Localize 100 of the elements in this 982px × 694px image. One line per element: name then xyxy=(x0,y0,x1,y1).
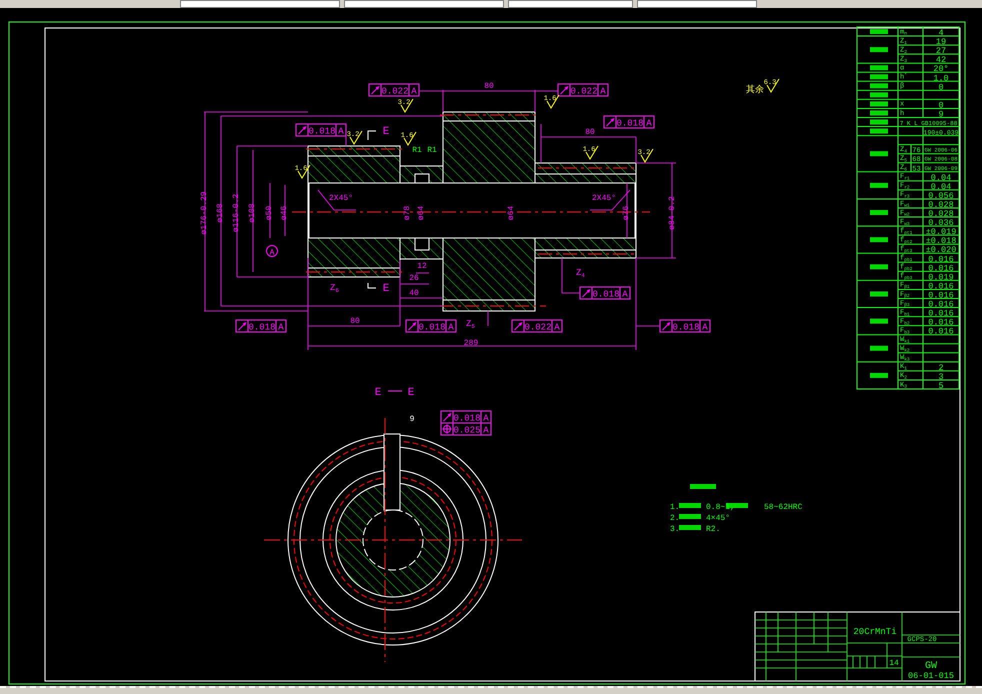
dimension-label: 26 xyxy=(409,274,419,283)
tolerance-value: 0.022 xyxy=(382,86,408,96)
dimension-label: 2X45° xyxy=(592,194,616,203)
dimension-label: 2X45° xyxy=(329,194,353,203)
datum-letter: A xyxy=(554,322,560,332)
dimension-label: ø50 xyxy=(265,206,274,220)
dimension-label: ø64 xyxy=(507,206,516,220)
illegible-label-mark xyxy=(870,318,888,324)
datum-letter: A xyxy=(411,86,417,96)
table-cell: 0.036 xyxy=(928,218,954,228)
dimension-label: ø46 xyxy=(280,206,289,220)
note-text: 4×45° xyxy=(706,514,730,523)
tolerance-value: 0.018 xyxy=(616,118,644,128)
dimension-label: ø168 xyxy=(216,203,225,223)
default-finish-label: 其余 xyxy=(746,85,764,95)
section-label: E xyxy=(382,283,390,295)
table-cell: 0.028 xyxy=(928,200,954,210)
dimension-label: ø108 xyxy=(248,203,257,223)
note-number: 3. xyxy=(670,525,680,534)
illegible-label-mark xyxy=(870,372,888,378)
dimension-label: ø84-0.2 xyxy=(668,196,677,230)
table-cell: 27 xyxy=(936,46,946,56)
tolerance-value: 0.018 xyxy=(418,322,446,332)
note-number: 1. xyxy=(670,503,680,512)
datum-letter: A xyxy=(483,414,489,424)
gear-label: Z$_{6}$ xyxy=(330,283,339,294)
illegible-label-mark xyxy=(679,503,701,508)
illegible-label-mark xyxy=(870,237,888,242)
dimension-label: ø76 xyxy=(622,206,631,220)
datum-letter: A xyxy=(270,248,274,258)
datum-letter: A xyxy=(702,322,708,332)
table-cell: 0 xyxy=(938,82,944,92)
note-text: 58~62HRC xyxy=(764,503,802,512)
toolbar-field[interactable] xyxy=(637,0,757,8)
dimension-label: 80 xyxy=(484,82,494,91)
drawing-code: GW xyxy=(925,661,937,672)
datum-letter: A xyxy=(448,322,454,332)
tolerance-value: 0.022 xyxy=(570,86,598,96)
table-cell: 0.016 xyxy=(928,300,954,310)
tolerance-value: 0.022 xyxy=(524,322,552,332)
illegible-label-mark xyxy=(679,514,701,519)
sheet-count: 14 xyxy=(889,659,899,668)
dimension-label: R1 xyxy=(412,146,422,155)
table-cell: 0.04 xyxy=(930,182,952,192)
datum-letter: A xyxy=(278,322,284,332)
table-cell: 2 xyxy=(938,362,944,373)
gear-label: Z$_{4}$ xyxy=(576,268,585,279)
section-label: E xyxy=(382,126,390,138)
table-cell: 0.016 xyxy=(928,281,954,292)
toolbar-field[interactable] xyxy=(180,0,340,8)
table-cell: 9 xyxy=(938,109,944,120)
table-cell: 4 xyxy=(938,28,944,38)
table-cell: 3 xyxy=(938,372,944,382)
datum-letter: A xyxy=(338,126,344,136)
table-cell: 42 xyxy=(936,55,946,66)
toolbar-field[interactable] xyxy=(508,0,633,8)
tolerance-value: 0.018 xyxy=(308,126,336,136)
datum-symbol-icon xyxy=(266,245,278,257)
note-number: 2. xyxy=(670,514,680,523)
table-cell: 19 xyxy=(936,37,946,48)
table-cell: 0.016 xyxy=(928,290,954,300)
table-cell: 0.016 xyxy=(928,318,954,328)
dimension-label: 40 xyxy=(409,289,419,298)
table-cell: 1.0 xyxy=(933,73,949,84)
material-label: 20CrMnTi xyxy=(853,627,897,637)
section-title: E xyxy=(374,387,382,399)
gear-label: Z$_{5}$ xyxy=(466,319,475,330)
table-cell: 5 xyxy=(938,380,944,391)
toolbar-field[interactable] xyxy=(344,0,504,8)
table-cell: 20° xyxy=(933,64,949,74)
dimension-label: 80 xyxy=(350,317,360,326)
illegible-label-mark xyxy=(870,151,888,156)
illegible-label-mark xyxy=(870,182,888,188)
tolerance-value: 0.018 xyxy=(454,414,480,424)
datum-letter: A xyxy=(646,118,652,128)
illegible-label-mark xyxy=(690,484,716,489)
dimension-label: ø78 xyxy=(403,206,412,220)
table-cell: 0.019 xyxy=(928,272,954,282)
illegible-label-mark xyxy=(870,210,888,216)
table-cell: 0.016 xyxy=(928,326,954,337)
dimension-label: 12 xyxy=(417,262,427,271)
tolerance-value: 0.018 xyxy=(248,322,276,332)
illegible-label-mark xyxy=(870,264,888,270)
dimension-label: ø64 xyxy=(417,206,426,220)
tolerance-value: 0.018 xyxy=(672,322,700,332)
datum-letter: A xyxy=(483,426,489,436)
section-title: E xyxy=(408,387,414,399)
dimension-label: R1 xyxy=(427,146,437,155)
table-cell: ±0.019 xyxy=(926,227,956,238)
note-text: R2. xyxy=(706,525,720,534)
table-cell: ±0.018 xyxy=(926,236,956,246)
table-cell: 0.016 xyxy=(928,263,954,274)
illegible-label-mark xyxy=(870,47,888,52)
illegible-label-mark xyxy=(870,346,888,351)
datum-letter: A xyxy=(622,290,628,300)
illegible-label-mark xyxy=(679,525,701,530)
table-cell: 0.016 xyxy=(928,308,954,319)
table-cell: 0.016 xyxy=(928,254,954,264)
tolerance-value: 0.025 xyxy=(454,426,480,436)
dimension-label: 80 xyxy=(585,128,595,137)
